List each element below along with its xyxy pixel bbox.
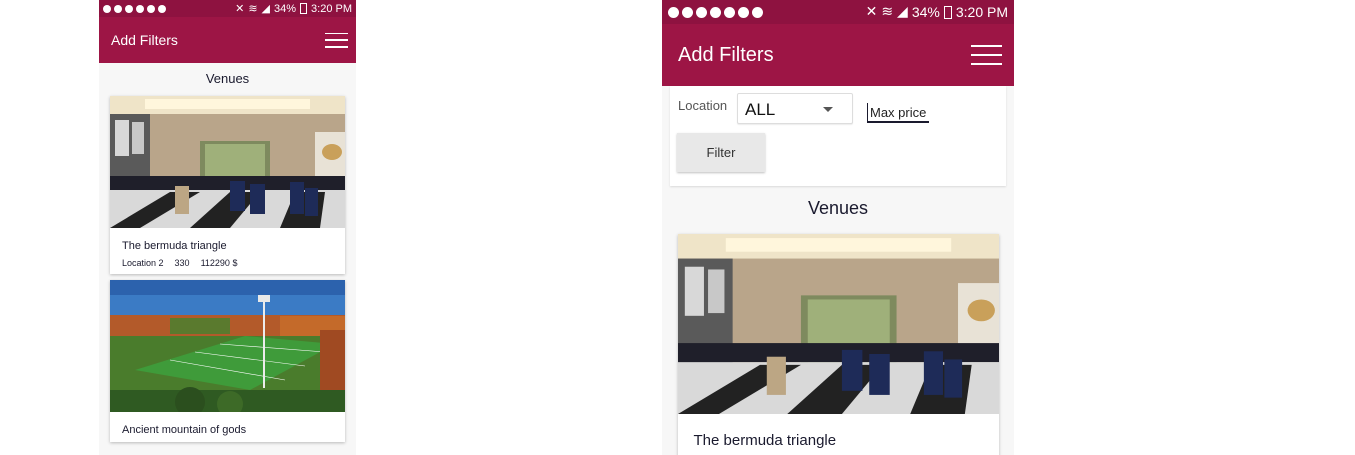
status-bar: ✕ ≋ ◢ 34% 3:20 PM bbox=[99, 0, 356, 17]
location-label: Location bbox=[678, 98, 728, 113]
notification-icon bbox=[752, 6, 763, 18]
venue-card[interactable]: Ancient mountain of gods bbox=[110, 280, 345, 442]
venue-location: Location 2 bbox=[122, 258, 164, 268]
signal-icon: ◢ bbox=[897, 4, 908, 20]
venue-card[interactable]: The bermuda triangle Location 2 330 1122… bbox=[110, 96, 345, 274]
notification-icon bbox=[710, 6, 721, 18]
notification-icon bbox=[103, 4, 111, 13]
status-time: 3:20 PM bbox=[311, 2, 352, 15]
notification-icon bbox=[696, 6, 707, 18]
venue-photo-stadium bbox=[110, 280, 345, 412]
phone-screen-venues: ✕ ≋ ◢ 34% 3:20 PM Add Filters Venues The… bbox=[99, 0, 356, 455]
venue-name: The bermuda triangle bbox=[122, 240, 227, 252]
notification-icon bbox=[724, 6, 735, 18]
venue-photo-restaurant bbox=[677, 234, 999, 414]
venue-price: 112290 $ bbox=[200, 258, 238, 268]
location-select[interactable]: ALL bbox=[737, 93, 853, 124]
status-bar: ✕ ≋ ◢ 34% 3:20 PM bbox=[662, 0, 1014, 24]
wifi-icon: ≋ bbox=[248, 2, 258, 15]
notification-icon bbox=[114, 4, 122, 13]
app-bar: Add Filters bbox=[662, 24, 1014, 86]
battery-icon bbox=[300, 3, 308, 14]
venue-name: The bermuda triangle bbox=[693, 432, 837, 449]
app-bar-title: Add Filters bbox=[111, 32, 178, 48]
venue-card[interactable]: The bermuda triangle bbox=[677, 234, 999, 455]
signal-icon: ◢ bbox=[261, 2, 270, 15]
battery-icon bbox=[943, 5, 952, 19]
mute-icon: ✕ bbox=[865, 4, 878, 20]
venues-heading: Venues bbox=[205, 71, 250, 86]
filter-panel: Location ALL Filter bbox=[670, 86, 1006, 186]
location-selected-value: ALL bbox=[745, 100, 776, 119]
venue-name: Ancient mountain of gods bbox=[122, 424, 247, 436]
menu-icon[interactable] bbox=[325, 32, 348, 48]
venue-photo-restaurant bbox=[110, 96, 345, 228]
app-bar-title: Add Filters bbox=[678, 43, 774, 66]
menu-icon[interactable] bbox=[971, 45, 1002, 65]
wifi-icon: ≋ bbox=[881, 4, 894, 20]
status-time: 3:20 PM bbox=[955, 4, 1008, 20]
mute-icon: ✕ bbox=[235, 2, 245, 15]
battery-percent: 34% bbox=[274, 2, 297, 15]
notification-icon bbox=[668, 6, 679, 18]
notification-icon bbox=[738, 6, 749, 18]
battery-percent: 34% bbox=[911, 4, 940, 20]
notification-icons bbox=[668, 6, 763, 18]
notification-icon bbox=[158, 4, 166, 13]
notification-icons bbox=[103, 4, 166, 13]
filter-button[interactable]: Filter bbox=[677, 133, 765, 172]
notification-icon bbox=[136, 4, 144, 13]
notification-icon bbox=[147, 4, 155, 13]
dropdown-arrow-icon bbox=[823, 107, 833, 112]
max-price-input[interactable] bbox=[867, 103, 929, 123]
venue-capacity: 330 bbox=[174, 258, 190, 268]
phone-screen-filters: ✕ ≋ ◢ 34% 3:20 PM Add Filters Location A… bbox=[662, 0, 1014, 455]
notification-icon bbox=[125, 4, 133, 13]
notification-icon bbox=[682, 6, 693, 18]
venues-heading: Venues bbox=[807, 198, 869, 218]
app-bar: Add Filters bbox=[99, 17, 356, 63]
